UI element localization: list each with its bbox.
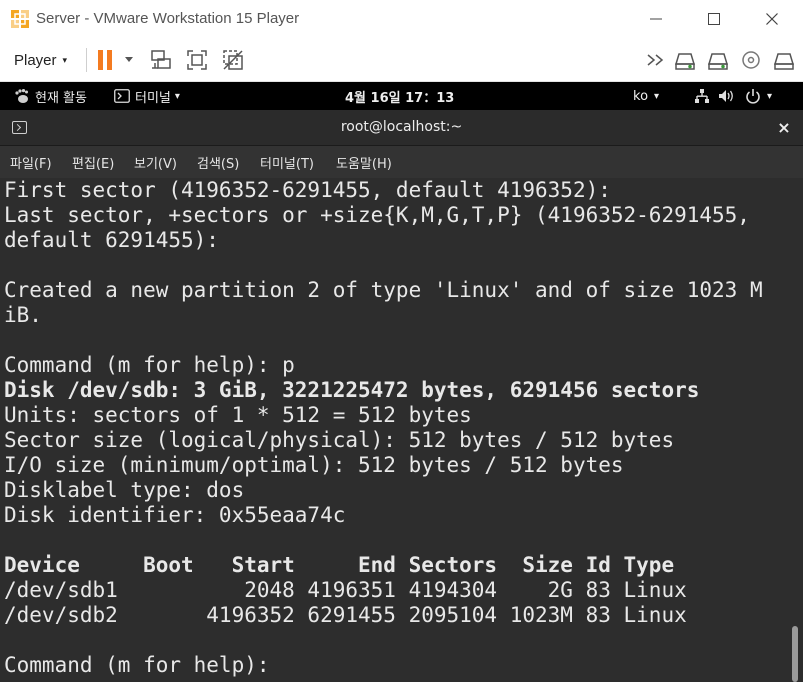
terminal-app-menu[interactable]: 터미널 ▾ xyxy=(114,82,180,110)
chevron-down-icon: ▾ xyxy=(62,54,68,65)
close-icon xyxy=(766,13,778,25)
terminal-title: root@localhost:~ xyxy=(340,119,463,135)
terminal-line: /dev/sdb2 4196352 6291455 2095104 1023M … xyxy=(4,603,687,627)
terminal-menu-label: 터미널 xyxy=(135,90,171,106)
network-wired-icon xyxy=(695,89,709,103)
cd-icon xyxy=(742,51,760,69)
pause-button[interactable] xyxy=(94,46,136,74)
fullscreen-icon xyxy=(187,50,207,70)
usb-icon xyxy=(773,53,795,70)
terminal-scrollbar[interactable] xyxy=(792,626,798,682)
terminal-line: Units: sectors of 1 * 512 = 512 bytes xyxy=(4,403,472,427)
window-title-bar[interactable]: Server - VMware Workstation 15 Player xyxy=(0,0,803,38)
unity-button[interactable] xyxy=(219,46,247,74)
unity-icon xyxy=(223,50,243,70)
player-menu-button[interactable]: Player ▾ xyxy=(6,46,75,74)
terminal-text: First sector (4196352-6291455, default 4… xyxy=(4,178,763,678)
terminal-line: default 6291455): xyxy=(4,228,219,252)
minimize-button[interactable] xyxy=(627,0,685,38)
power-icon xyxy=(746,89,760,104)
close-window-button[interactable] xyxy=(743,0,801,38)
minimize-icon xyxy=(650,18,662,20)
fullscreen-button[interactable] xyxy=(183,46,211,74)
terminal-line: Disk /dev/sdb: 3 GiB, 3221225472 bytes, … xyxy=(4,378,700,402)
terminal-line: Command (m for help): xyxy=(4,653,283,677)
terminal-header-bar[interactable]: root@localhost:~ × xyxy=(0,110,803,146)
pause-icon xyxy=(98,50,133,70)
clock[interactable]: 4월 16일 17：13 xyxy=(345,82,454,110)
send-ctrl-alt-del-icon xyxy=(151,50,171,69)
player-menu-label: Player xyxy=(14,51,57,69)
activities-label: 현재 활동 xyxy=(35,90,87,106)
window-title: Server - VMware Workstation 15 Player xyxy=(36,10,300,27)
terminal-output[interactable]: First sector (4196352-6291455, default 4… xyxy=(0,178,803,682)
system-status-menu[interactable]: ▾ xyxy=(694,82,772,110)
terminal-line: /dev/sdb1 2048 4196351 4194304 2G 83 Lin… xyxy=(4,578,687,602)
vmware-logo-icon xyxy=(11,10,29,28)
hdd-icon xyxy=(707,53,729,70)
terminal-line: Disklabel type: dos xyxy=(4,478,245,502)
terminal-menubar: 파일(F) 편집(E) 보기(V) 검색(S) 터미널(T) 도움말(H) xyxy=(0,146,803,178)
chevron-down-icon: ▾ xyxy=(767,90,773,102)
gnome-foot-icon xyxy=(15,89,28,103)
forward-icon xyxy=(647,54,664,66)
menu-search[interactable]: 검색(S) xyxy=(197,146,239,178)
usb-device-button[interactable] xyxy=(770,46,798,74)
terminal-line: Device Boot Start End Sectors Size Id Ty… xyxy=(4,553,675,577)
maximize-icon xyxy=(708,13,720,25)
menu-help[interactable]: 도움말(H) xyxy=(336,146,392,178)
terminal-line: Created a new partition 2 of type 'Linux… xyxy=(4,278,763,302)
input-method-label: ko xyxy=(633,88,649,104)
volume-icon xyxy=(719,90,733,102)
terminal-line: Sector size (logical/physical): 512 byte… xyxy=(4,428,675,452)
input-method-menu[interactable]: ko ▾ xyxy=(633,82,659,110)
terminal-line: Last sector, +sectors or +size{K,M,G,T,P… xyxy=(4,203,750,227)
terminal-line: First sector (4196352-6291455, default 4… xyxy=(4,178,611,202)
close-terminal-button[interactable]: × xyxy=(774,118,794,138)
maximize-button[interactable] xyxy=(685,0,743,38)
menu-terminal[interactable]: 터미널(T) xyxy=(260,146,314,178)
terminal-line: I/O size (minimum/optimal): 512 bytes / … xyxy=(4,453,624,477)
terminal-line: iB. xyxy=(4,303,42,327)
gnome-top-bar: 현재 활동 터미널 ▾ 4월 16일 17：13 ko ▾ ▾ xyxy=(0,82,803,110)
activities-button[interactable]: 현재 활동 xyxy=(14,82,87,110)
terminal-line: Disk identifier: 0x55eaa74c xyxy=(4,503,346,527)
chevron-down-icon: ▾ xyxy=(174,90,180,102)
terminal-icon xyxy=(114,89,130,103)
menu-view[interactable]: 보기(V) xyxy=(134,146,177,178)
chevron-down-icon: ▾ xyxy=(654,90,660,102)
cd-device-button[interactable] xyxy=(737,46,765,74)
hdd-device-button[interactable] xyxy=(671,46,699,74)
menu-edit[interactable]: 편집(E) xyxy=(72,146,114,178)
hdd2-device-button[interactable] xyxy=(704,46,732,74)
toolbar-divider xyxy=(86,48,87,72)
hdd-icon xyxy=(674,53,696,70)
menu-file[interactable]: 파일(F) xyxy=(10,146,52,178)
vmware-toolbar: Player ▾ xyxy=(0,38,803,82)
forward-button[interactable] xyxy=(642,46,670,74)
send-ctrl-alt-del-button[interactable] xyxy=(147,46,175,74)
terminal-line: Command (m for help): p xyxy=(4,353,295,377)
